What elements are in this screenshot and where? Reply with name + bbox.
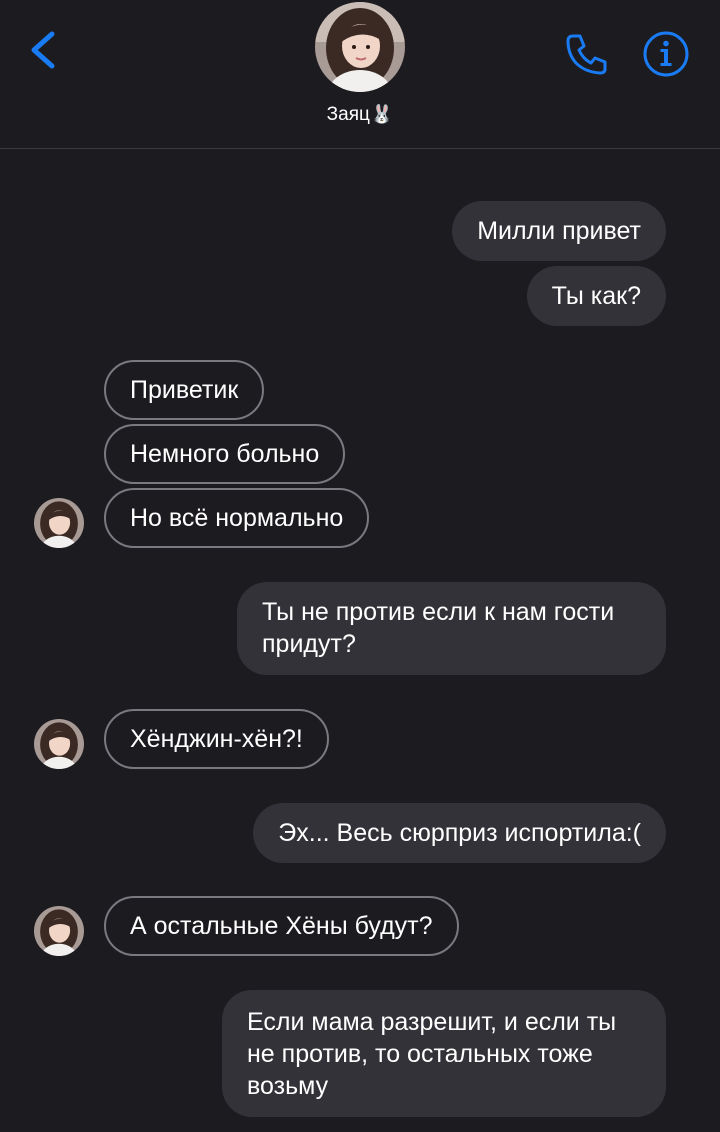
incoming-message[interactable]: Приветик	[104, 360, 265, 420]
chevron-left-icon	[31, 31, 55, 69]
info-icon	[643, 31, 689, 77]
outgoing-message[interactable]: Ты как?	[526, 266, 666, 326]
avatar-photo	[34, 906, 84, 956]
outgoing-message[interactable]: Если мама разрешит, и если ты не против,…	[222, 990, 666, 1117]
sender-avatar	[34, 906, 84, 956]
sender-avatar	[34, 498, 84, 548]
avatar-photo	[34, 498, 84, 548]
incoming-message[interactable]: А остальные Хёны будут?	[104, 896, 459, 956]
back-button[interactable]	[22, 28, 66, 72]
phone-icon	[566, 34, 607, 75]
call-button[interactable]	[563, 30, 611, 78]
contact-name-text: Заяц	[326, 104, 370, 125]
incoming-message[interactable]: Немного больно	[104, 424, 346, 484]
incoming-message[interactable]: Хёнджин-хён?!	[104, 709, 329, 769]
chat-header: Заяц🐰	[0, 0, 720, 149]
outgoing-message[interactable]: Милли привет	[452, 201, 666, 261]
chat-screen: Заяц🐰 Милли привет Ты как? Приветик Немн…	[0, 0, 720, 1132]
info-button[interactable]	[642, 30, 690, 78]
outgoing-message[interactable]: Эх... Весь сюрприз испортила:(	[253, 803, 666, 863]
avatar-photo	[34, 719, 84, 769]
rabbit-emoji: 🐰	[370, 104, 394, 124]
sender-avatar	[34, 719, 84, 769]
avatar-photo	[315, 2, 405, 92]
incoming-message[interactable]: Но всё нормально	[104, 488, 370, 548]
contact-avatar[interactable]	[315, 2, 405, 92]
contact-name[interactable]: Заяц🐰	[0, 104, 720, 126]
outgoing-message[interactable]: Ты не против если к нам гости придут?	[237, 582, 666, 675]
